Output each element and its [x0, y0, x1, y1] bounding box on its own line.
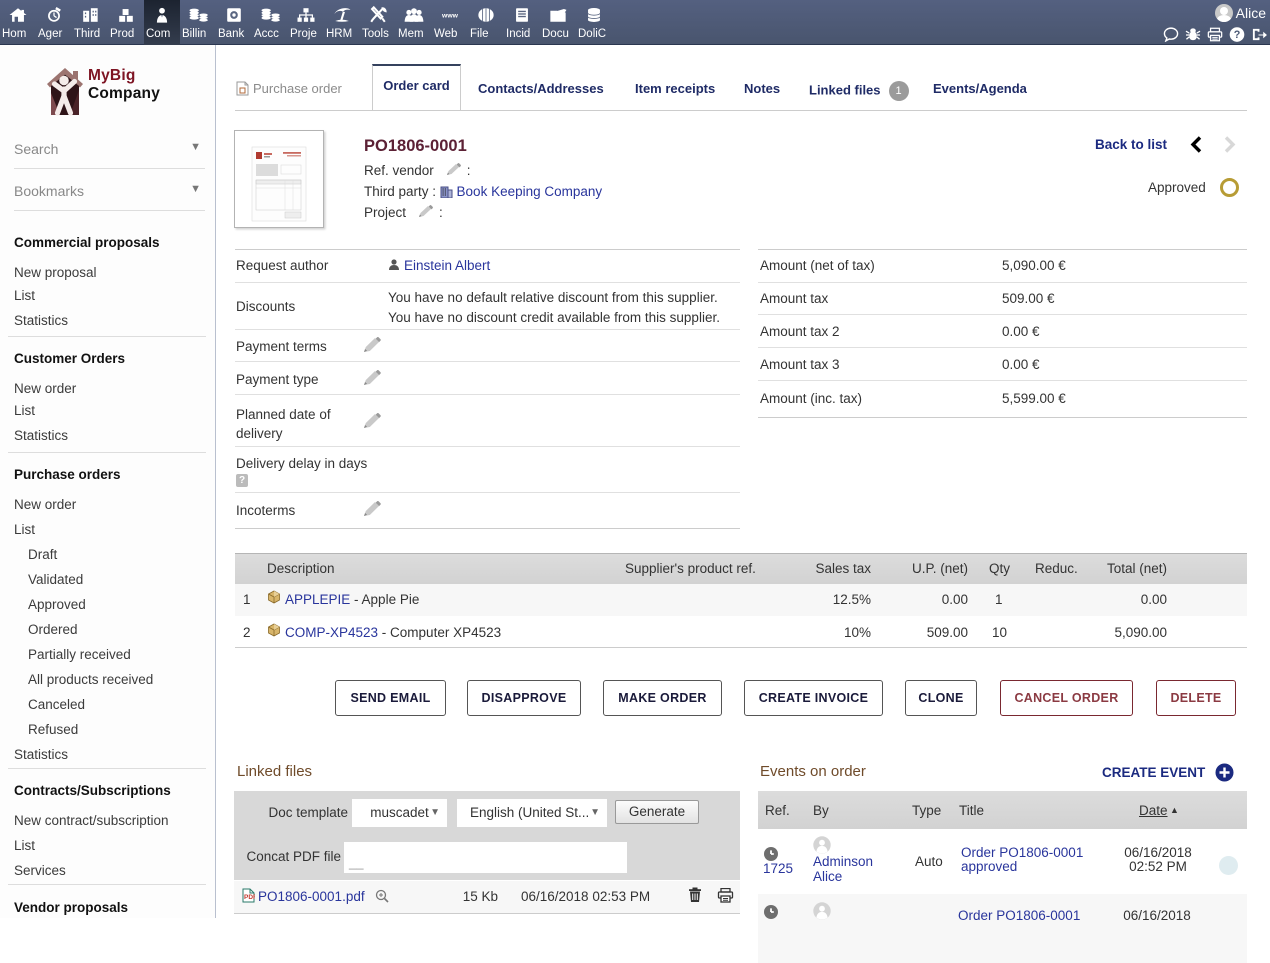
svg-text:www: www	[441, 13, 459, 20]
svg-text:?: ?	[1234, 29, 1241, 41]
svg-text:PDF: PDF	[244, 894, 255, 901]
